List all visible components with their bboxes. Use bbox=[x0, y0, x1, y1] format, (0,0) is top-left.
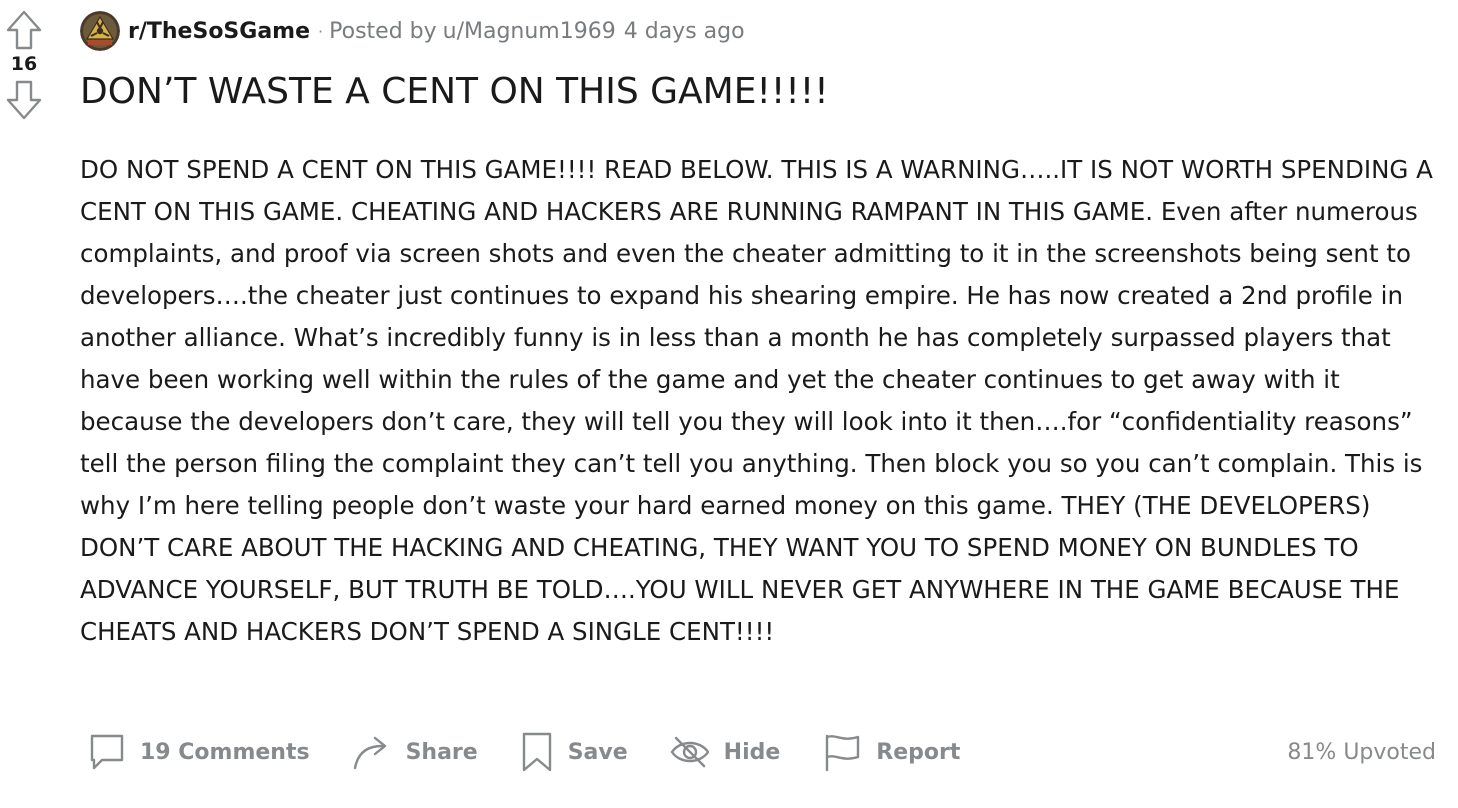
upvote-button[interactable] bbox=[2, 8, 46, 52]
post-time[interactable]: 4 days ago bbox=[624, 19, 745, 44]
report-label: Report bbox=[876, 739, 961, 765]
subreddit-avatar[interactable] bbox=[80, 11, 120, 51]
separator-dot: · bbox=[318, 21, 324, 41]
share-button[interactable]: Share bbox=[344, 726, 486, 778]
save-button[interactable]: Save bbox=[512, 725, 636, 779]
posted-by-label: Posted by bbox=[329, 18, 437, 44]
flag-icon bbox=[826, 734, 860, 772]
subreddit-logo-icon bbox=[80, 11, 120, 51]
eye-slash-icon bbox=[670, 736, 710, 768]
arrow-down-icon bbox=[6, 80, 42, 120]
author-link[interactable]: u/Magnum1969 bbox=[443, 19, 616, 44]
save-label: Save bbox=[567, 739, 628, 765]
post-body: DO NOT SPEND A CENT ON THIS GAME!!!! REA… bbox=[80, 155, 1433, 646]
arrow-up-icon bbox=[6, 10, 42, 50]
post-title: DON’T WASTE A CENT ON THIS GAME!!!!! bbox=[80, 71, 829, 112]
comments-button[interactable]: 19 Comments bbox=[80, 726, 318, 778]
vote-column: 16 bbox=[0, 8, 48, 122]
share-arrow-icon bbox=[353, 736, 386, 770]
post-header: r/TheSoSGame · Posted by u/Magnum1969 4 … bbox=[80, 10, 745, 52]
subreddit-link[interactable]: r/TheSoSGame bbox=[128, 19, 310, 44]
upvote-ratio: 81% Upvoted bbox=[1287, 739, 1436, 765]
bookmark-icon bbox=[522, 732, 551, 772]
report-button[interactable]: Report bbox=[814, 726, 968, 778]
share-label: Share bbox=[405, 739, 478, 765]
post-action-bar: 19 Comments Share Save Hide Report 81% U… bbox=[80, 722, 1436, 782]
comment-bubble-icon bbox=[90, 734, 124, 770]
hide-label: Hide bbox=[723, 739, 781, 765]
downvote-button[interactable] bbox=[2, 78, 46, 122]
vote-count: 16 bbox=[10, 53, 38, 75]
comments-label: 19 Comments bbox=[140, 739, 310, 765]
hide-button[interactable]: Hide bbox=[662, 728, 789, 776]
